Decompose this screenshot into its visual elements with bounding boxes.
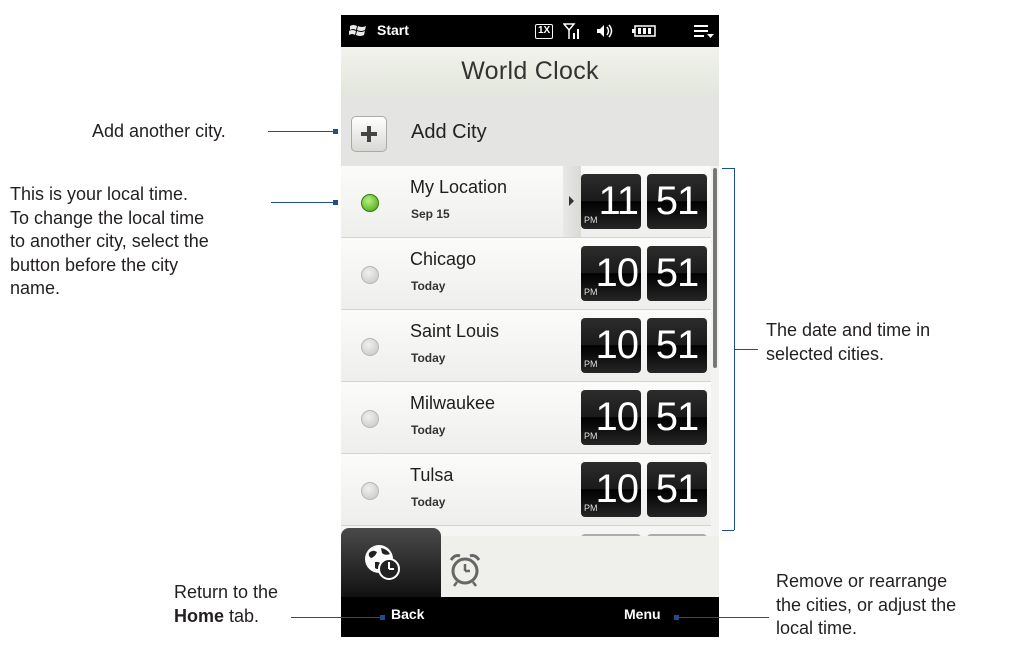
city-row-milwaukee[interactable]: Milwaukee Today PM 10 51 — [341, 382, 711, 454]
city-date: Today — [411, 279, 446, 293]
start-label[interactable]: Start — [377, 22, 409, 38]
tab-bar — [341, 528, 719, 597]
minute-display: 51 — [647, 462, 707, 517]
city-date: Sep 15 — [411, 207, 450, 221]
minute-digits: 51 — [655, 467, 699, 511]
minute-display: 51 — [647, 390, 707, 445]
expand-arrow-icon[interactable] — [563, 166, 581, 237]
minute-digits: 51 — [655, 251, 699, 295]
volume-icon — [597, 24, 613, 38]
callout-date-time: The date and time in selected cities. — [766, 319, 930, 366]
back-softkey[interactable]: Back — [391, 606, 424, 622]
callout-text-line: local time. — [776, 618, 858, 638]
hour-digits: 10 — [595, 395, 639, 439]
bracket-top — [722, 168, 734, 169]
ampm-label: PM — [584, 215, 598, 225]
city-date: Today — [411, 423, 446, 437]
ampm-label: PM — [584, 431, 598, 441]
ampm-label: PM — [584, 359, 598, 369]
minute-digits: 51 — [655, 323, 699, 367]
city-name: Chicago — [410, 249, 477, 269]
callout-text-line: The date and time in — [766, 320, 931, 340]
hour-display: PM 10 — [581, 318, 641, 373]
hour-digits: 10 — [595, 467, 639, 511]
status-bar: Start 1X — [341, 15, 719, 47]
windows-start-icon[interactable] — [349, 23, 367, 39]
connection-icon — [694, 25, 714, 38]
callout-text-line: to another city, select the — [10, 231, 209, 251]
minute-digits: 51 — [655, 395, 699, 439]
callout-text-line: the cities, or adjust the — [776, 594, 957, 615]
city-row-my-location[interactable]: My Location Sep 15 PM 11 51 — [341, 166, 711, 238]
city-date: Today — [411, 495, 446, 509]
soft-key-bar: Back Menu — [341, 597, 719, 637]
hour-display: PM 11 — [581, 174, 641, 229]
callout-text-line: button before the city — [10, 254, 179, 275]
callout-text-line: This is your local time. — [10, 184, 189, 204]
menu-softkey[interactable]: Menu — [624, 606, 661, 622]
city-name: My Location — [410, 177, 508, 197]
hour-display: PM 10 — [581, 462, 641, 517]
leader-line-add-city — [268, 131, 336, 132]
minute-digits: 51 — [655, 179, 699, 223]
callout-text-line: name. — [10, 278, 61, 298]
callout-text: tab. — [224, 605, 260, 626]
ampm-label: PM — [584, 287, 598, 297]
alarm-clock-icon[interactable] — [447, 551, 483, 587]
callout-menu: Remove or rearrange the cities, or adjus… — [776, 570, 956, 641]
scrollbar[interactable] — [713, 168, 717, 368]
callout-local-time: This is your local time. To change the l… — [10, 183, 209, 301]
city-row-chicago[interactable]: Chicago Today PM 10 51 — [341, 238, 711, 310]
network-type-badge: 1X — [535, 24, 554, 39]
minute-display: 51 — [647, 318, 707, 373]
city-name: Saint Louis — [410, 321, 500, 341]
page-title: World Clock — [461, 57, 599, 85]
leader-dot-local-time — [333, 200, 338, 205]
city-row-saint-louis[interactable]: Saint Louis Today PM 10 51 — [341, 310, 711, 382]
add-city-label[interactable]: Add City — [411, 121, 487, 144]
local-time-radio[interactable] — [361, 194, 379, 212]
callout-add-city: Add another city. — [92, 121, 226, 141]
city-date: Today — [411, 351, 446, 365]
battery-icon — [632, 25, 656, 37]
add-icon[interactable] — [351, 116, 387, 152]
leader-line-back — [291, 617, 383, 618]
hour-digits: 11 — [598, 179, 639, 223]
tab-world-clock[interactable] — [341, 528, 441, 597]
city-row-tulsa[interactable]: Tulsa Today PM 10 51 — [341, 454, 711, 526]
local-time-radio[interactable] — [361, 338, 379, 356]
local-time-radio[interactable] — [361, 410, 379, 428]
hour-digits: 10 — [595, 323, 639, 367]
local-time-radio[interactable] — [361, 266, 379, 284]
hour-digits: 10 — [595, 251, 639, 295]
hour-display: PM 10 — [581, 246, 641, 301]
local-time-radio[interactable] — [361, 482, 379, 500]
ampm-label: PM — [584, 503, 598, 513]
city-list[interactable]: My Location Sep 15 PM 11 51 Chicago Toda… — [341, 166, 719, 536]
leader-dot-back — [380, 615, 385, 620]
leader-line-local-time — [271, 202, 335, 203]
callout-text-line: Home tab. — [174, 605, 278, 629]
world-clock-icon — [365, 545, 400, 580]
add-city-row[interactable]: Add City — [341, 96, 719, 167]
callout-text-line: selected cities. — [766, 343, 885, 364]
minute-display: 51 — [647, 246, 707, 301]
city-name: Tulsa — [410, 465, 454, 485]
leader-line-date-time — [734, 349, 758, 350]
callout-text-line: To change the local time — [10, 207, 205, 228]
title-bar: World Clock — [341, 47, 719, 96]
phone-screen: Start 1X World Clock Add City My Locatio… — [341, 15, 719, 637]
city-name: Milwaukee — [410, 393, 496, 413]
leader-dot-add-city — [333, 129, 338, 134]
signal-icon — [563, 23, 579, 39]
callout-text-line: Remove or rearrange — [776, 571, 948, 591]
callout-back: Return to the Home tab. — [174, 581, 278, 628]
callout-text-line: Return to the — [174, 582, 279, 602]
minute-display: 51 — [647, 174, 707, 229]
bracket-bottom — [722, 530, 734, 531]
hour-display: PM 10 — [581, 390, 641, 445]
callout-bold-text: Home — [174, 605, 225, 626]
leader-line-menu — [677, 617, 769, 618]
